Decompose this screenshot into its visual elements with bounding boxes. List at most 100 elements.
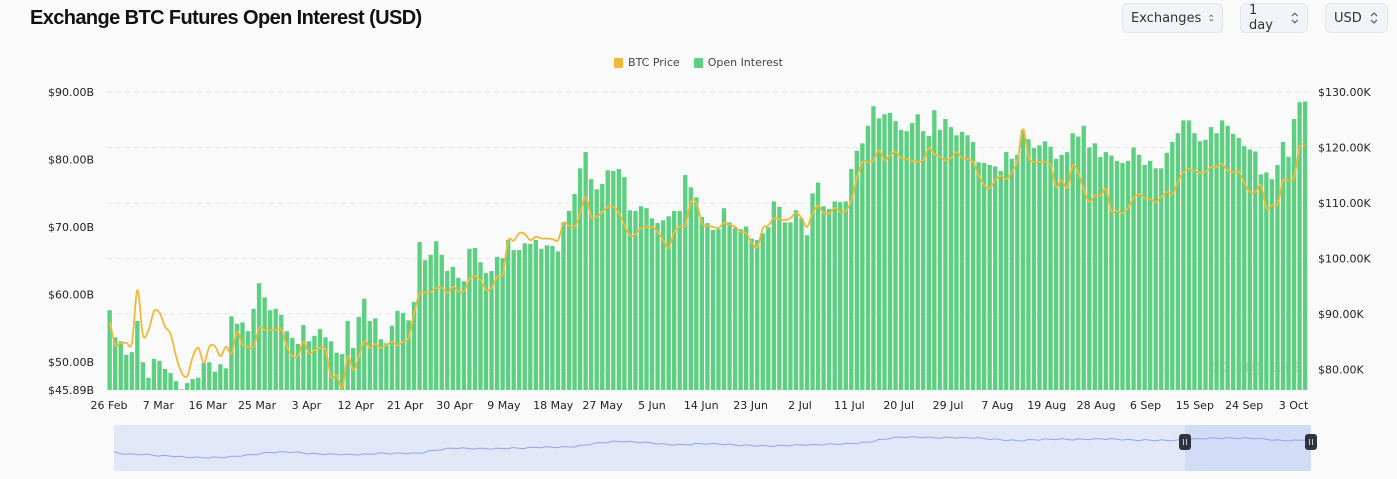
oi-bar	[981, 162, 987, 390]
oi-bar	[456, 277, 461, 390]
x-axis-tick: 7 Aug	[981, 399, 1013, 412]
oi-bar	[915, 114, 920, 391]
x-axis-tick: 15 Sep	[1176, 399, 1214, 412]
oi-bar	[550, 246, 555, 390]
oi-bar	[965, 135, 970, 390]
oi-bar	[1103, 152, 1109, 390]
oi-bar	[196, 377, 201, 390]
oi-bar	[1253, 151, 1258, 390]
x-axis-tick: 16 Mar	[189, 399, 228, 412]
oi-bar	[976, 162, 981, 390]
oi-bar	[135, 321, 140, 390]
oi-bar	[1219, 120, 1225, 391]
right-axis: $130.00K $120.00K $110.00K $100.00K $90.00K $…	[1318, 86, 1371, 376]
x-axis-tick: 26 Feb	[91, 399, 128, 412]
oi-bar	[290, 337, 295, 390]
oi-bar	[140, 362, 146, 390]
oi-bar	[910, 123, 915, 391]
oi-bar	[422, 260, 428, 390]
oi-bar	[677, 210, 682, 390]
oi-bar	[799, 218, 804, 390]
oi-bar	[539, 248, 544, 390]
oi-bar	[201, 362, 206, 390]
oi-bar	[876, 118, 882, 390]
x-axis-tick: 20 Jul	[883, 399, 914, 412]
oi-bar	[638, 206, 644, 390]
oi-bar	[705, 223, 710, 390]
right-axis-tick: $120.00K	[1318, 141, 1371, 154]
x-axis-tick: 7 Mar	[143, 399, 175, 412]
left-axis-tick: $60.00B	[48, 289, 94, 302]
oi-bar	[511, 250, 516, 390]
oi-bar	[218, 364, 223, 390]
oi-bar	[223, 368, 229, 390]
oi-bar	[367, 321, 372, 390]
oi-bar	[268, 310, 273, 390]
oi-bar	[683, 175, 688, 390]
oi-bar	[959, 131, 965, 390]
oi-bar	[124, 354, 129, 390]
oi-bar	[594, 189, 599, 390]
oi-bar	[732, 227, 738, 390]
oi-bar	[528, 244, 533, 390]
oi-bar	[970, 141, 976, 390]
oi-bar	[262, 297, 267, 390]
oi-bar	[1170, 141, 1175, 390]
oi-bar	[1225, 125, 1230, 391]
x-axis-tick: 11 Jul	[834, 399, 865, 412]
oi-bar	[926, 135, 931, 390]
oi-bar	[434, 241, 439, 390]
navigator-right-handle[interactable]	[1305, 434, 1317, 450]
oi-bar	[1031, 148, 1037, 390]
oi-bar	[245, 331, 251, 390]
oi-bar	[439, 254, 444, 390]
oi-bar	[472, 248, 478, 390]
oi-bar	[1269, 179, 1275, 390]
oi-bar	[815, 182, 821, 390]
oi-bar	[317, 329, 323, 390]
oi-bar	[605, 170, 610, 390]
oi-bar	[279, 314, 284, 390]
oi-bar	[500, 258, 505, 390]
oi-bar	[826, 208, 832, 390]
x-axis-tick: 23 Jun	[733, 399, 768, 412]
oi-bar	[555, 251, 561, 390]
x-axis-tick: 19 Aug	[1027, 399, 1066, 412]
x-axis-tick: 3 Apr	[292, 399, 322, 412]
x-axis-tick: 29 Jul	[933, 399, 964, 412]
oi-bar	[898, 129, 904, 390]
oi-bar	[522, 243, 527, 390]
oi-bar	[948, 127, 954, 390]
left-axis-tick: $90.00B	[48, 86, 94, 99]
oi-bar	[987, 164, 992, 390]
x-axis-tick: 18 May	[533, 399, 574, 412]
oi-bar	[832, 201, 837, 390]
oi-bar	[1048, 146, 1053, 390]
oi-bar	[622, 177, 627, 390]
oi-bar	[788, 222, 793, 390]
oi-bar	[207, 362, 212, 390]
oi-bar	[212, 371, 217, 390]
navigator-left-handle[interactable]	[1179, 434, 1191, 450]
oi-bar	[694, 197, 699, 390]
x-axis-tick: 2 Jul	[788, 399, 812, 412]
oi-bar	[627, 210, 633, 390]
oi-bar	[821, 206, 826, 390]
oi-bar	[273, 308, 278, 390]
oi-bar	[760, 233, 765, 390]
x-axis-tick: 3 Oct	[1279, 399, 1309, 412]
x-axis-tick: 27 May	[582, 399, 623, 412]
oi-bar	[583, 152, 588, 390]
oi-bar	[1037, 145, 1042, 390]
oi-bar	[749, 238, 754, 390]
navigator-selected-range[interactable]	[1185, 425, 1311, 471]
oi-bar	[1214, 133, 1219, 390]
oi-bar	[1164, 152, 1169, 390]
x-axis-tick: 28 Aug	[1077, 399, 1116, 412]
x-axis-tick: 24 Sep	[1225, 399, 1263, 412]
oi-bar	[1015, 154, 1020, 390]
oi-bar	[577, 168, 583, 390]
oi-bar	[871, 106, 876, 390]
oi-bar	[710, 229, 716, 390]
oi-bar	[1053, 158, 1059, 390]
